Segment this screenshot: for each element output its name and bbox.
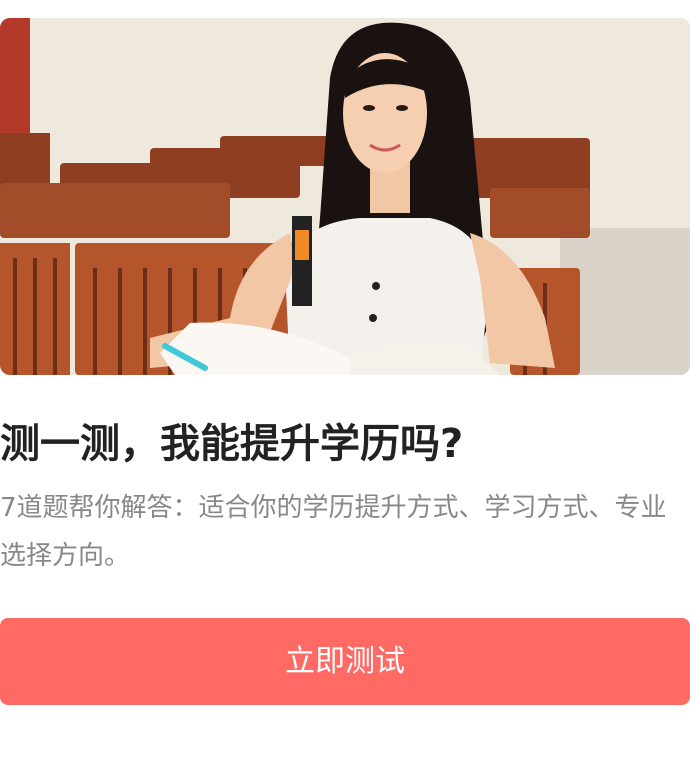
hero-image — [0, 18, 690, 375]
quiz-title: 测一测，我能提升学历吗? — [0, 421, 464, 467]
start-test-button[interactable]: 立即测试 — [0, 618, 690, 705]
quiz-description: 7道题帮你解答：适合你的学历提升方式、学习方式、专业选择方向。 — [0, 493, 667, 571]
